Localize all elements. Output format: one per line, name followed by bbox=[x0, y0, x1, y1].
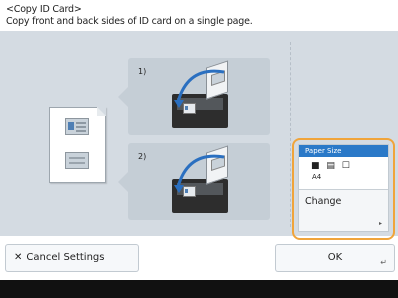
paper-size-panel: Paper Size ■ ▤ ☐ A4 Change ▸ bbox=[299, 145, 388, 231]
id-card-front-icon bbox=[65, 118, 89, 135]
header: <Copy ID Card> Copy front and back sides… bbox=[6, 4, 396, 28]
flip-arrow-icon bbox=[174, 69, 225, 108]
step-2-illustration: 2) bbox=[118, 143, 270, 220]
step-pointer bbox=[118, 172, 128, 192]
screen-title: <Copy ID Card> bbox=[6, 4, 82, 15]
change-button-label: Change bbox=[305, 196, 342, 207]
id-card-back-icon bbox=[65, 152, 89, 169]
change-paper-size-button[interactable]: Change ▸ bbox=[299, 189, 388, 231]
ok-label: OK bbox=[327, 252, 343, 263]
id-text-line bbox=[76, 122, 86, 124]
output-page-preview bbox=[49, 107, 106, 183]
step-1-illustration: 1) bbox=[118, 58, 270, 135]
paper-size-value: A4 bbox=[312, 173, 322, 181]
id-text-line bbox=[76, 126, 86, 128]
step-pointer bbox=[118, 87, 128, 107]
status-bar bbox=[0, 280, 398, 298]
id-text-line bbox=[76, 130, 86, 132]
screen-description: Copy front and back sides of ID card on … bbox=[6, 16, 253, 27]
close-icon: ✕ bbox=[14, 252, 23, 263]
panel-divider bbox=[290, 42, 291, 227]
flip-arrow-icon bbox=[174, 154, 225, 193]
cancel-settings-button[interactable]: ✕ Cancel Settings bbox=[6, 245, 138, 271]
id-photo-icon bbox=[68, 122, 74, 130]
enter-corner-icon: ↵ bbox=[380, 258, 387, 267]
paper-source-icons: ■ ▤ ☐ bbox=[311, 161, 352, 171]
paper-size-title: Paper Size bbox=[299, 145, 388, 157]
corner-arrow-icon: ▸ bbox=[378, 220, 382, 227]
ok-button[interactable]: OK ↵ bbox=[276, 245, 394, 271]
id-text-line bbox=[69, 157, 85, 159]
id-text-line bbox=[69, 162, 85, 164]
cancel-settings-label: Cancel Settings bbox=[26, 252, 105, 263]
